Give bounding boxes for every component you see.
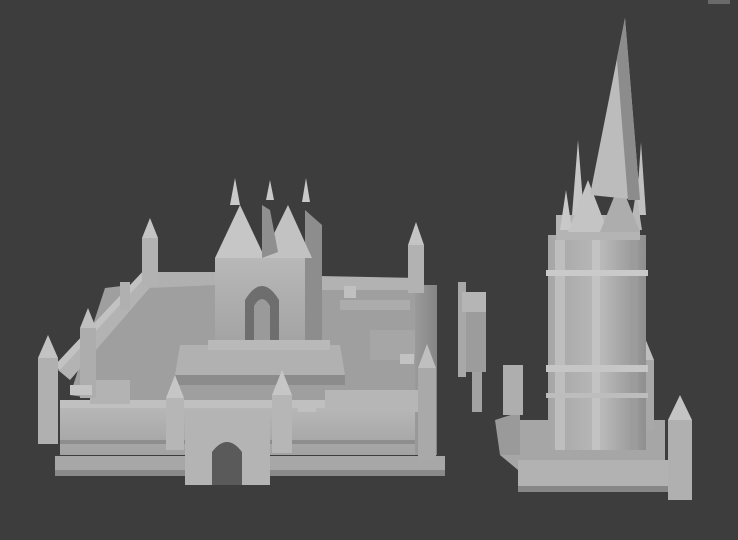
scene-render: [38, 0, 730, 500]
tower-turret-right: [668, 395, 692, 500]
turret-mid-left: [80, 308, 96, 398]
prop-crate: [344, 286, 356, 298]
tower-pinnacle-3: [560, 190, 572, 230]
chapel-pinnacle-3: [302, 178, 310, 202]
chapel-doorway-inner: [254, 299, 270, 342]
back-wall-right: [318, 276, 420, 290]
chapel-roof-left: [215, 205, 265, 258]
tower-course-2: [546, 365, 648, 372]
gate-arch: [212, 442, 242, 485]
inner-wall-c: [340, 300, 410, 310]
tower-base-shadow: [518, 486, 668, 492]
prop-slab: [70, 385, 92, 395]
turret-front-right: [418, 344, 436, 460]
tower-stair-block: [503, 365, 523, 415]
chapel-side: [305, 210, 322, 348]
turret-back-left: [142, 218, 158, 286]
inner-platform-front: [175, 375, 345, 385]
tower-stairs: [495, 412, 520, 455]
tower-base-front: [518, 460, 668, 490]
chapel-steps: [208, 340, 330, 350]
chapel-pinnacle-1: [230, 178, 240, 205]
viewport-corner-marker: [708, 0, 730, 4]
inner-wall-a: [325, 390, 420, 412]
detached-wall-segment: [458, 282, 486, 412]
tower-course-3: [546, 393, 648, 398]
post-back: [120, 282, 130, 310]
3d-viewport[interactable]: [0, 0, 738, 540]
gothic-chapel[interactable]: [208, 178, 330, 350]
prop-block: [400, 354, 414, 364]
prop-rubble: [298, 402, 316, 412]
tower-course-1: [546, 270, 648, 276]
chapel-pinnacle-2: [266, 180, 274, 200]
turret-back-right: [408, 222, 424, 293]
turret-front-left: [38, 335, 58, 444]
spired-bell-tower[interactable]: [495, 18, 692, 500]
